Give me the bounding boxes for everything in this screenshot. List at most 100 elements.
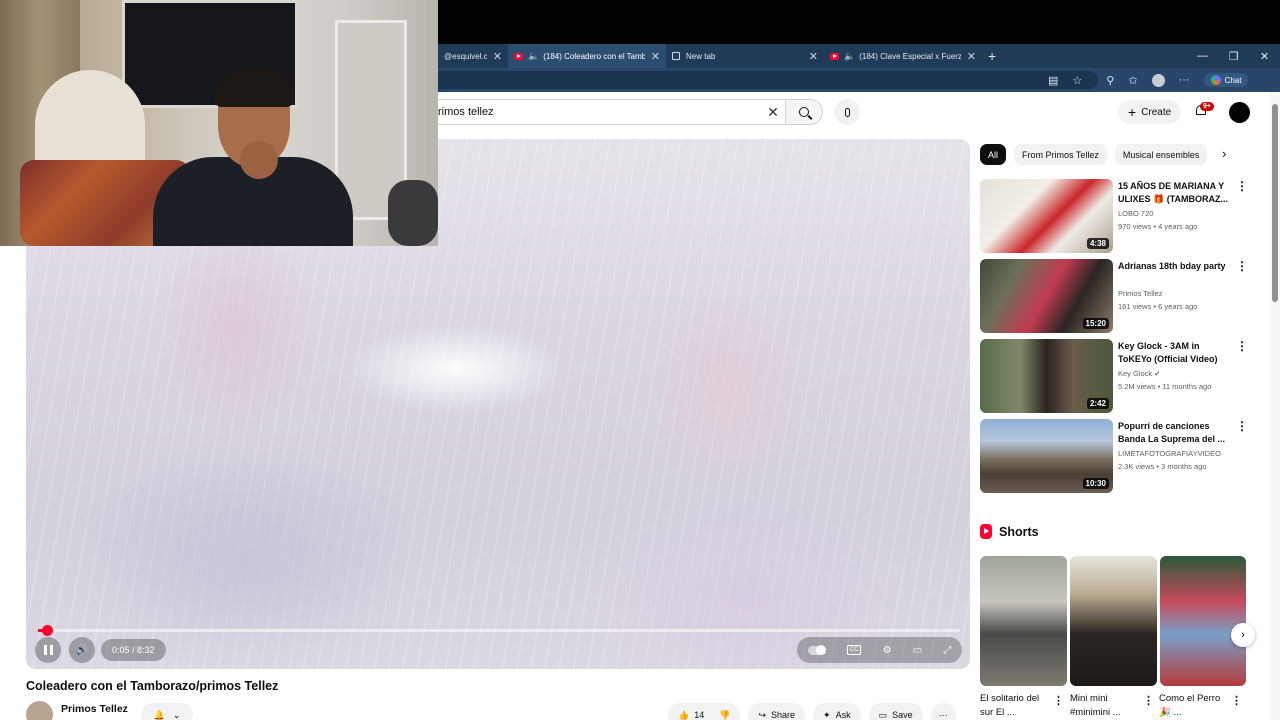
- more-vert-icon[interactable]: ⋮: [1053, 694, 1064, 707]
- recommendation-item[interactable]: 10:30 Popurrí de canciones Banda La Supr…: [980, 419, 1248, 493]
- browser-tab-1[interactable]: @esquivel.co ✕: [438, 44, 508, 68]
- save-button[interactable]: ▭ Save: [868, 703, 923, 720]
- recommendation-item[interactable]: 2:42 Key Glock - 3AM in ToKEYo (Official…: [980, 339, 1248, 413]
- account-avatar[interactable]: [1229, 102, 1250, 123]
- voice-search-button[interactable]: [834, 99, 860, 125]
- pause-button[interactable]: [35, 637, 61, 663]
- short-title[interactable]: Mini mini #minimini ...: [1070, 692, 1140, 720]
- short-thumbnail[interactable]: [1070, 556, 1157, 686]
- short-thumbnail[interactable]: [980, 556, 1067, 686]
- recommendation-item[interactable]: 15:20 Adrianas 18th bday party Primos Te…: [980, 259, 1248, 333]
- chip-all[interactable]: All: [980, 144, 1007, 165]
- more-vert-icon[interactable]: ⋮: [1143, 694, 1154, 707]
- chat-label: Chat: [1224, 75, 1242, 85]
- address-bar[interactable]: [438, 71, 1098, 89]
- like-button[interactable]: 👍 14 👎: [668, 703, 741, 720]
- short-title[interactable]: Como el Perro 🎉 ...: [1159, 692, 1229, 720]
- recommendation-title[interactable]: Adrianas 18th bday party: [1118, 260, 1230, 286]
- short-thumbnail[interactable]: [1160, 556, 1246, 686]
- miniplayer-icon[interactable]: ▭: [913, 645, 922, 656]
- search-input[interactable]: rimos tellez ✕: [438, 99, 785, 125]
- video-thumbnail[interactable]: 10:30: [980, 419, 1113, 493]
- speaker-icon[interactable]: 🔈: [528, 51, 539, 62]
- favorites-icon[interactable]: ✩: [1128, 74, 1137, 87]
- chip-musical-ensembles[interactable]: Musical ensembles: [1114, 144, 1208, 165]
- profile-avatar[interactable]: [1151, 73, 1165, 87]
- recommendation-item[interactable]: 4:38 15 AÑOS DE MARIANA Y ULIXES 🎁 (TAMB…: [980, 179, 1248, 253]
- video-thumbnail[interactable]: 2:42: [980, 339, 1113, 413]
- settings-gear-icon[interactable]: ⚙: [883, 645, 892, 656]
- create-button[interactable]: + Create: [1118, 100, 1182, 124]
- browser-tab-3[interactable]: New tab ✕: [666, 44, 824, 68]
- ask-label: Ask: [835, 710, 851, 720]
- recommendation-title[interactable]: Popurrí de canciones Banda La Suprema de…: [1118, 420, 1230, 446]
- more-vert-icon[interactable]: ⋮: [1231, 694, 1242, 707]
- player-right-controls: CC ⚙ ▭ ⤢: [797, 637, 962, 663]
- fullscreen-icon[interactable]: ⤢: [943, 645, 951, 656]
- video-thumbnail[interactable]: 4:38: [980, 179, 1113, 253]
- duration-badge: 2:42: [1086, 398, 1109, 409]
- restore-button[interactable]: ❐: [1218, 50, 1249, 63]
- speaker-icon[interactable]: 🔈: [844, 51, 855, 62]
- close-window-button[interactable]: ✕: [1249, 50, 1280, 63]
- recommendation-channel[interactable]: LOBO 720: [1118, 209, 1153, 218]
- duration-badge: 15:20: [1082, 318, 1109, 329]
- recommendation-channel[interactable]: Primos Tellez: [1118, 289, 1162, 298]
- webcam-person-hair: [214, 69, 294, 107]
- webcam-chair: [388, 180, 438, 246]
- short-title[interactable]: El solitario del sur El ...: [980, 692, 1050, 720]
- favorite-star-icon[interactable]: ☆: [1072, 74, 1082, 87]
- bookmark-icon: ▭: [878, 709, 888, 720]
- scrollbar-thumb[interactable]: [1272, 104, 1278, 302]
- more-actions-button[interactable]: ···: [930, 703, 956, 720]
- recommendation-channel[interactable]: Key Glock ✔: [1118, 369, 1160, 378]
- more-menu-icon[interactable]: ···: [1179, 74, 1190, 86]
- close-icon[interactable]: ✕: [809, 50, 818, 63]
- new-tab-button[interactable]: +: [988, 48, 996, 64]
- close-icon[interactable]: ✕: [651, 50, 660, 63]
- recommendation-meta: 970 views • 4 years ago: [1118, 222, 1198, 231]
- subscription-bell-button[interactable]: 🔔 ⌄: [141, 703, 193, 720]
- recommendation-title[interactable]: Key Glock - 3AM in ToKEYo (Official Vide…: [1118, 340, 1230, 366]
- autoplay-toggle[interactable]: [807, 644, 826, 655]
- thumbs-down-icon[interactable]: 👎: [719, 710, 730, 720]
- more-vert-icon[interactable]: ⋮: [1236, 419, 1248, 433]
- copilot-chat-button[interactable]: Chat: [1203, 73, 1249, 87]
- search-button[interactable]: [785, 99, 823, 125]
- more-vert-icon[interactable]: ⋮: [1236, 339, 1248, 353]
- reader-mode-icon[interactable]: ▤: [1048, 74, 1058, 87]
- volume-button[interactable]: 🔊: [69, 637, 95, 663]
- video-thumbnail[interactable]: 15:20: [980, 259, 1113, 333]
- recommendation-title[interactable]: 15 AÑOS DE MARIANA Y ULIXES 🎁 (TAMBORAZ.…: [1118, 180, 1230, 206]
- extensions-icon[interactable]: ⚲: [1106, 74, 1114, 87]
- channel-avatar[interactable]: [26, 701, 53, 720]
- browser-tab-4[interactable]: 🔈 (184) Clave Especial x Fuerza ✕: [824, 44, 982, 68]
- close-icon[interactable]: ✕: [493, 50, 502, 63]
- chevron-right-icon: ›: [1241, 629, 1245, 641]
- copilot-icon: [1210, 75, 1221, 85]
- recommendation-channel[interactable]: LIMETAFOTOGRAFIAYVIDEO: [1118, 449, 1221, 458]
- channel-name[interactable]: Primos Tellez: [61, 703, 128, 715]
- new-tab-icon: [672, 52, 680, 60]
- chip-from-channel[interactable]: From Primos Tellez: [1014, 144, 1107, 165]
- thumbs-up-icon: 👍: [678, 709, 690, 720]
- close-icon[interactable]: ✕: [967, 50, 976, 63]
- chevron-right-icon[interactable]: ›: [1222, 146, 1226, 161]
- search-query[interactable]: rimos tellez: [438, 106, 761, 118]
- share-button[interactable]: ↪ Share: [748, 703, 806, 720]
- captions-icon[interactable]: CC: [846, 645, 862, 655]
- more-vert-icon[interactable]: ⋮: [1236, 179, 1248, 193]
- ask-button[interactable]: ✦ Ask: [813, 703, 861, 720]
- channel-label: Key Glock: [1118, 369, 1153, 378]
- duration-badge: 4:38: [1086, 238, 1109, 249]
- shorts-next-button[interactable]: ›: [1231, 623, 1255, 647]
- progress-bar[interactable]: [38, 625, 960, 636]
- progress-scrubber[interactable]: [42, 625, 53, 636]
- more-vert-icon[interactable]: ⋮: [1236, 259, 1248, 273]
- minimize-button[interactable]: —: [1187, 50, 1218, 62]
- browser-tab-2[interactable]: 🔈 (184) Coleadero con el Tamb ✕: [508, 44, 666, 68]
- page-scrollbar[interactable]: [1270, 92, 1280, 720]
- clear-search-icon[interactable]: ✕: [761, 104, 785, 121]
- microphone-icon: [844, 107, 850, 117]
- shorts-icon: [980, 524, 992, 539]
